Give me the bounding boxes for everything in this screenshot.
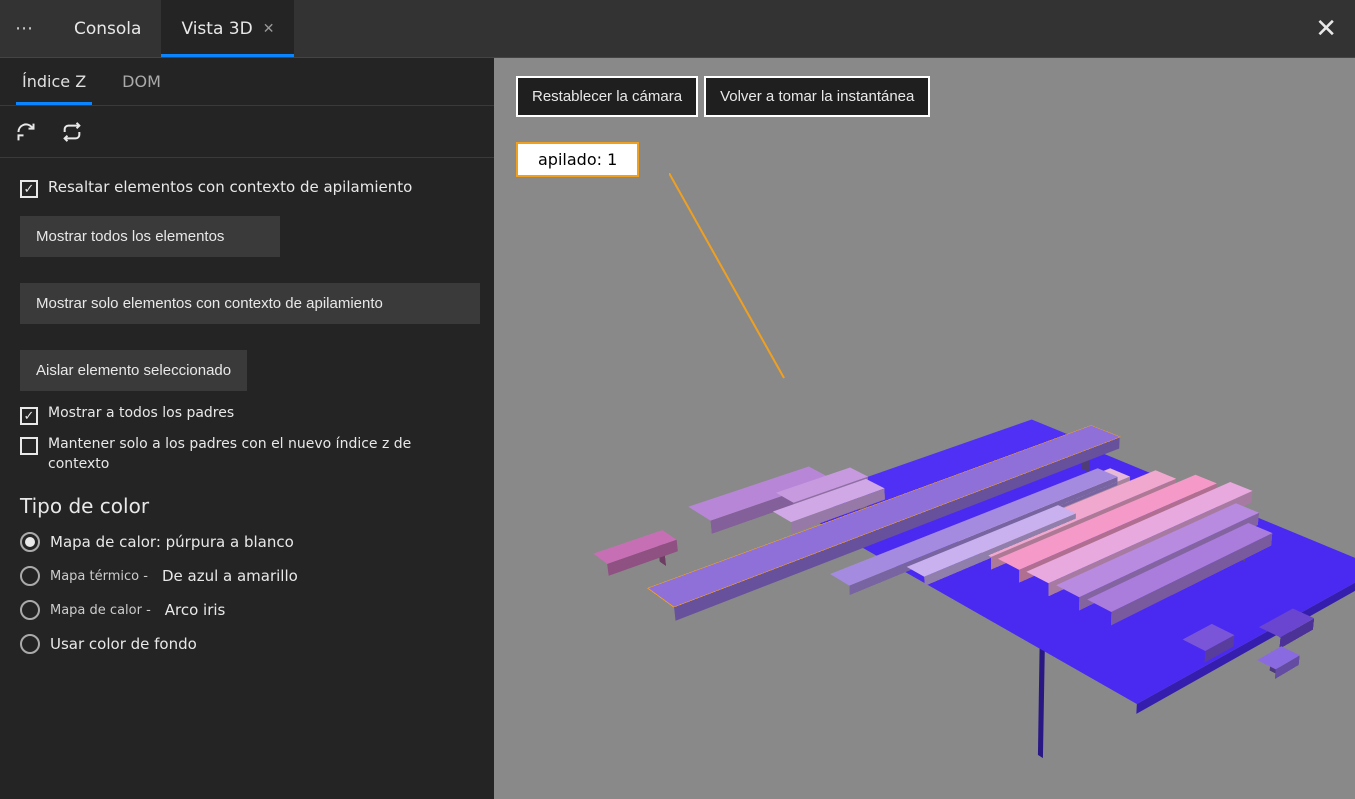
subtab-label: DOM xyxy=(122,72,161,91)
radio-icon[interactable] xyxy=(20,600,40,620)
radio-background[interactable]: Usar color de fondo xyxy=(20,634,476,654)
top-tabs: Consola Vista 3D ✕ xyxy=(54,0,294,57)
radio-purple-white[interactable]: Mapa de calor: púrpura a blanco xyxy=(20,532,476,552)
tab-label: Consola xyxy=(74,19,141,39)
checkbox-keep-parents[interactable]: Mantener solo a los padres con el nuevo … xyxy=(20,435,476,474)
show-stacking-button[interactable]: Mostrar solo elementos con contexto de a… xyxy=(20,283,480,324)
options-panel: Resaltar elementos con contexto de apila… xyxy=(0,158,494,688)
isolate-button[interactable]: Aislar elemento seleccionado xyxy=(20,350,247,391)
top-bar: ⋯ Consola Vista 3D ✕ ✕ xyxy=(0,0,1355,58)
color-type-heading: Tipo de color xyxy=(20,494,476,518)
checkbox-icon[interactable] xyxy=(20,437,38,455)
button-label: Mostrar todos los elementos xyxy=(36,228,224,245)
tab-label: Vista 3D xyxy=(181,19,252,39)
radio-label-prefix: Mapa térmico - xyxy=(50,569,148,584)
button-label: Restablecer la cámara xyxy=(532,88,682,105)
refresh-icon[interactable] xyxy=(14,120,38,144)
3d-canvas[interactable]: Restablecer la cámara Volver a tomar la … xyxy=(494,58,1355,799)
stacking-tooltip: apilado: 1 xyxy=(516,142,639,177)
close-icon[interactable]: ✕ xyxy=(263,21,275,37)
sub-tabs: Índice Z DOM xyxy=(0,58,494,106)
radio-rainbow[interactable]: Mapa de calor - Arco iris xyxy=(20,600,476,620)
toolbar xyxy=(0,106,494,158)
radio-icon[interactable] xyxy=(20,532,40,552)
radio-label: Arco iris xyxy=(165,601,226,619)
subtab-indice-z[interactable]: Índice Z xyxy=(4,58,104,105)
3d-scene xyxy=(594,228,1355,799)
radio-label: Usar color de fondo xyxy=(50,635,197,653)
retake-snapshot-button[interactable]: Volver a tomar la instantánea xyxy=(704,76,930,117)
checkbox-label: Resaltar elementos con contexto de apila… xyxy=(48,178,412,196)
tab-vista3d[interactable]: Vista 3D ✕ xyxy=(161,0,294,57)
checkbox-highlight-stacking[interactable]: Resaltar elementos con contexto de apila… xyxy=(20,178,476,198)
radio-icon[interactable] xyxy=(20,634,40,654)
radio-blue-yellow[interactable]: Mapa térmico - De azul a amarillo xyxy=(20,566,476,586)
tab-consola[interactable]: Consola xyxy=(54,0,161,57)
radio-icon[interactable] xyxy=(20,566,40,586)
radio-label: De azul a amarillo xyxy=(162,567,298,585)
subtab-label: Índice Z xyxy=(22,72,86,91)
more-icon[interactable]: ⋯ xyxy=(10,14,40,44)
checkbox-icon[interactable] xyxy=(20,180,38,198)
reset-camera-button[interactable]: Restablecer la cámara xyxy=(516,76,698,117)
checkbox-label: Mostrar a todos los padres xyxy=(48,405,234,421)
button-label: Mostrar solo elementos con contexto de a… xyxy=(36,295,383,312)
canvas-buttons: Restablecer la cámara Volver a tomar la … xyxy=(516,76,930,117)
button-label: Aislar elemento seleccionado xyxy=(36,362,231,379)
sidebar: Índice Z DOM Resaltar elementos con cont… xyxy=(0,58,494,799)
main: Índice Z DOM Resaltar elementos con cont… xyxy=(0,58,1355,799)
checkbox-icon[interactable] xyxy=(20,407,38,425)
tooltip-text: apilado: 1 xyxy=(538,150,617,169)
radio-label: Mapa de calor: púrpura a blanco xyxy=(50,533,294,551)
show-all-button[interactable]: Mostrar todos los elementos xyxy=(20,216,280,257)
radio-label-prefix: Mapa de calor - xyxy=(50,603,151,618)
button-label: Volver a tomar la instantánea xyxy=(720,88,914,105)
checkbox-show-parents[interactable]: Mostrar a todos los padres xyxy=(20,405,476,425)
close-panel-icon[interactable]: ✕ xyxy=(1315,14,1337,44)
3d-world xyxy=(494,397,1355,799)
sync-icon[interactable] xyxy=(60,120,84,144)
checkbox-label: Mantener solo a los padres con el nuevo … xyxy=(48,435,476,474)
subtab-dom[interactable]: DOM xyxy=(104,58,179,105)
